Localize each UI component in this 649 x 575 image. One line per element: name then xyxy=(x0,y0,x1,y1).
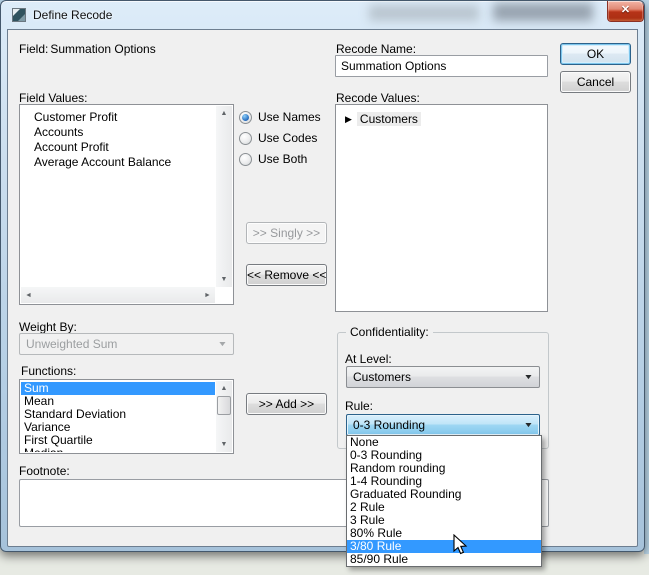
scroll-left-icon[interactable]: ◄ xyxy=(21,287,36,303)
scroll-right-icon[interactable]: ► xyxy=(200,287,215,303)
radio-use-both[interactable]: Use Both xyxy=(239,151,321,167)
radio-use-names[interactable]: Use Names xyxy=(239,109,321,125)
close-icon: ✕ xyxy=(621,4,630,16)
rule-option[interactable]: 85/90 Rule xyxy=(347,553,541,566)
screen: Define Recode ✕ Field:Summation Options … xyxy=(0,0,649,575)
titlebar-glass-reflection xyxy=(369,5,479,21)
chevron-down-icon: ▼ xyxy=(217,334,227,355)
radio-button-icon xyxy=(239,111,252,124)
radio-button-icon xyxy=(239,153,252,166)
function-item[interactable]: Median xyxy=(21,447,215,452)
rule-value: 0-3 Rounding xyxy=(353,418,425,432)
rule-dropdown-list[interactable]: None0-3 RoundingRandom rounding1-4 Round… xyxy=(346,435,542,567)
field-value-item[interactable]: Customer Profit xyxy=(21,110,215,125)
functions-list-items: SumMeanStandard DeviationVarianceFirst Q… xyxy=(21,381,215,452)
dialog-client-area: Field:Summation Options Recode Name: Sum… xyxy=(7,29,638,547)
remove-button[interactable]: << Remove << xyxy=(246,264,327,286)
functions-label: Functions: xyxy=(21,364,76,378)
recode-values-list-items: ▶ Customers xyxy=(336,111,547,127)
recode-name-label: Recode Name: xyxy=(336,42,416,56)
scroll-down-icon[interactable]: ▼ xyxy=(216,437,232,452)
field-values-horizontal-scrollbar[interactable]: ◄ ► xyxy=(21,287,215,303)
functions-listbox[interactable]: SumMeanStandard DeviationVarianceFirst Q… xyxy=(19,379,234,454)
add-button[interactable]: >> Add >> xyxy=(246,393,327,415)
footnote-label: Footnote: xyxy=(19,464,70,478)
rule-label: Rule: xyxy=(345,399,373,413)
field-values-list-items: Customer ProfitAccountsAccount ProfitAve… xyxy=(21,106,215,170)
scroll-up-icon[interactable]: ▲ xyxy=(216,106,232,121)
recode-value-label: Customers xyxy=(357,112,421,126)
field-value-item[interactable]: Accounts xyxy=(21,125,215,140)
window-title: Define Recode xyxy=(33,8,112,22)
field-label: Field: xyxy=(19,42,48,56)
cancel-button[interactable]: Cancel xyxy=(560,71,631,93)
scroll-down-icon[interactable]: ▼ xyxy=(216,272,232,287)
radio-use-codes[interactable]: Use Codes xyxy=(239,130,321,146)
at-level-value: Customers xyxy=(353,370,411,384)
scroll-up-icon[interactable]: ▲ xyxy=(216,381,232,396)
recode-values-listbox[interactable]: ▶ Customers xyxy=(335,104,548,312)
tree-expand-icon[interactable]: ▶ xyxy=(345,114,352,124)
field-values-vertical-scrollbar[interactable]: ▲ ▼ xyxy=(216,106,232,287)
at-level-label: At Level: xyxy=(345,352,392,366)
field-values-listbox[interactable]: Customer ProfitAccountsAccount ProfitAve… xyxy=(19,104,234,305)
scrollbar-thumb[interactable] xyxy=(217,396,231,415)
functions-vertical-scrollbar[interactable]: ▲ ▼ xyxy=(216,381,232,452)
field-value-item[interactable]: Account Profit xyxy=(21,140,215,155)
field-values-label: Field Values: xyxy=(19,91,87,105)
weight-by-label: Weight By: xyxy=(19,320,77,334)
recode-values-label: Recode Values: xyxy=(336,91,420,105)
radio-label: Use Names xyxy=(258,110,321,124)
field-value-item[interactable]: Average Account Balance xyxy=(21,155,215,170)
mouse-cursor xyxy=(453,534,469,561)
radio-label: Use Codes xyxy=(258,131,317,145)
title-bar[interactable]: Define Recode ✕ xyxy=(1,1,644,29)
rule-combobox[interactable]: 0-3 Rounding ▼ xyxy=(346,414,540,436)
confidentiality-label: Confidentiality: xyxy=(346,325,433,339)
close-button[interactable]: ✕ xyxy=(607,1,644,22)
app-icon xyxy=(12,8,26,22)
at-level-combobox[interactable]: Customers ▼ xyxy=(346,366,540,388)
use-options-group: Use Names Use Codes Use Both xyxy=(239,109,321,172)
field-summary: Field:Summation Options xyxy=(19,42,156,56)
weight-by-value: Unweighted Sum xyxy=(26,337,117,351)
chevron-down-icon: ▼ xyxy=(523,415,533,436)
titlebar-glass-reflection xyxy=(493,3,593,21)
ok-button[interactable]: OK xyxy=(560,43,631,65)
radio-label: Use Both xyxy=(258,152,307,166)
weight-by-combobox[interactable]: Unweighted Sum ▼ xyxy=(19,333,234,355)
define-recode-dialog: Define Recode ✕ Field:Summation Options … xyxy=(0,0,645,552)
radio-button-icon xyxy=(239,132,252,145)
field-value: Summation Options xyxy=(50,42,155,56)
singly-button[interactable]: >> Singly >> xyxy=(246,222,327,244)
recode-value-item[interactable]: ▶ Customers xyxy=(345,111,547,127)
recode-name-input[interactable]: Summation Options xyxy=(335,55,548,77)
chevron-down-icon: ▼ xyxy=(523,367,533,388)
